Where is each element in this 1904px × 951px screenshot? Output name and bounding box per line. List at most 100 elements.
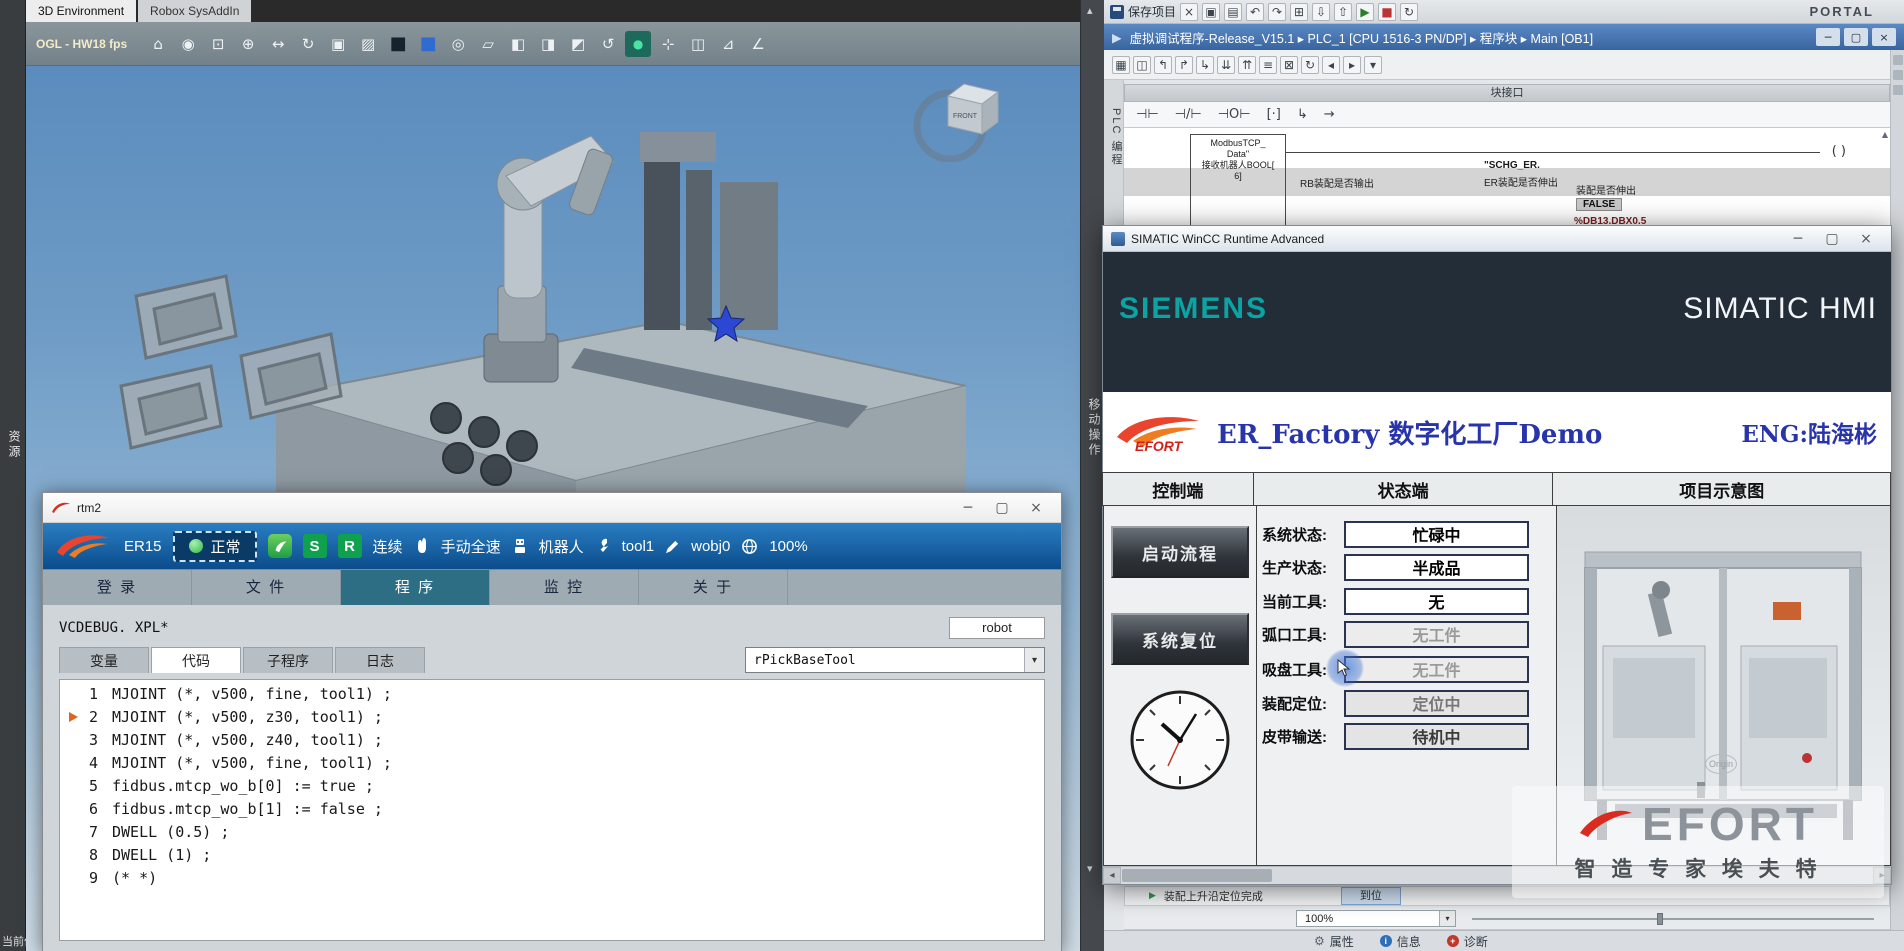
plane-left-icon[interactable]: ◧ — [505, 31, 531, 57]
maximize-icon[interactable]: ▢ — [1815, 231, 1849, 247]
tool-label[interactable]: tool1 — [622, 538, 655, 555]
empty-box-icon[interactable]: ◫ — [1133, 56, 1151, 74]
menu-program[interactable]: 程 序 — [341, 570, 490, 605]
stop-simulation-icon[interactable]: ■ — [1378, 3, 1396, 21]
badge-s[interactable]: S — [303, 534, 327, 558]
monitor-on-icon[interactable]: ⊠ — [1280, 56, 1298, 74]
scroll-up-icon[interactable]: ▲ — [1882, 130, 1888, 139]
orbit-icon[interactable]: ◉ — [175, 31, 201, 57]
menu-about[interactable]: 关 于 — [639, 570, 788, 605]
task-card-icon[interactable] — [1893, 55, 1903, 65]
menu-monitor[interactable]: 监 控 — [490, 570, 639, 605]
open-branch-icon[interactable]: ↰ — [1154, 56, 1172, 74]
minimize-icon[interactable]: ─ — [951, 500, 985, 516]
resources-tab[interactable]: 资源 — [6, 430, 23, 460]
refresh-icon[interactable]: ↻ — [1301, 56, 1319, 74]
home-view-icon[interactable]: ⌂ — [145, 31, 171, 57]
block-interface-bar[interactable]: 块接口 — [1124, 84, 1890, 102]
zoom-in-icon[interactable]: ⊕ — [235, 31, 261, 57]
branch-icon[interactable]: ↳ — [1297, 107, 1308, 122]
hatch-shading-icon[interactable]: ▨ — [355, 31, 381, 57]
online-icon[interactable]: ↻ — [1400, 3, 1418, 21]
record-icon[interactable]: ● — [625, 31, 651, 57]
close-icon[interactable]: × — [1019, 500, 1053, 516]
navigation-cube[interactable]: FRONT — [906, 72, 1016, 162]
db-tag-box[interactable]: ModbusTCP_ Data" 接收机器人BOOL[ 6] — [1190, 134, 1286, 226]
zoom-window-icon[interactable]: ⊡ — [205, 31, 231, 57]
start-process-button[interactable]: 启动流程 — [1111, 526, 1249, 578]
run-mode-label[interactable]: 连续 — [373, 536, 403, 557]
tab-variables[interactable]: 变量 — [59, 647, 149, 673]
maximize-icon[interactable]: ▢ — [985, 500, 1019, 516]
wireframe-view-icon[interactable]: ■ — [415, 31, 441, 57]
coil-icon[interactable]: ⊣O⊢ — [1218, 107, 1251, 122]
tab-properties[interactable]: ⚙ 属性 — [1314, 933, 1354, 950]
redo-icon[interactable]: ↷ — [1268, 3, 1286, 21]
cut-icon[interactable]: × — [1180, 3, 1198, 21]
upload-icon[interactable]: ⇧ — [1334, 3, 1352, 21]
goto-icon[interactable]: ↳ — [1196, 56, 1214, 74]
measure-angle-icon[interactable]: ∠ — [745, 31, 771, 57]
tia-right-scrollbar[interactable] — [1890, 50, 1904, 951]
start-simulation-icon[interactable]: ▶ — [1356, 3, 1374, 21]
maximize-icon[interactable]: ▢ — [1844, 28, 1868, 46]
tab-3d-environment[interactable]: 3D Environment — [26, 0, 136, 22]
zoom-select[interactable]: 100% ▾ — [1296, 910, 1456, 927]
plane-top-icon[interactable]: ◩ — [565, 31, 591, 57]
plane-right-icon[interactable]: ◨ — [535, 31, 561, 57]
save-project-label[interactable]: 保存项目 — [1128, 3, 1176, 20]
contact-nc-icon[interactable]: ⊣/⊢ — [1175, 107, 1202, 122]
library-icon[interactable] — [1893, 70, 1903, 80]
plc-programming-tab[interactable]: PLC 编程 — [1108, 108, 1124, 166]
minimize-icon[interactable]: ─ — [1781, 231, 1815, 247]
zoom-slider-knob[interactable] — [1657, 913, 1663, 925]
center-view-icon[interactable]: ◎ — [445, 31, 471, 57]
zoom-slider[interactable] — [1472, 918, 1874, 920]
shaded-view-icon[interactable]: ■ — [385, 31, 411, 57]
robot-menu-label[interactable]: 机器人 — [539, 536, 584, 557]
scroll-down-icon[interactable]: ▾ — [1087, 862, 1093, 875]
close-branch-icon[interactable]: ↱ — [1175, 56, 1193, 74]
save-icon[interactable] — [1110, 5, 1124, 19]
tab-diagnostics[interactable]: + 诊断 — [1447, 933, 1488, 950]
jump-icon[interactable]: → — [1324, 107, 1335, 122]
scrollbar-thumb[interactable] — [1122, 869, 1272, 882]
menu-file[interactable]: 文 件 — [192, 570, 341, 605]
tab-robox-sysaddin[interactable]: Robox SysAddIn — [138, 0, 251, 22]
close-icon[interactable]: × — [1872, 28, 1896, 46]
expand-icon[interactable]: ▶ — [1112, 30, 1122, 45]
speed-value[interactable]: 100% — [769, 538, 807, 555]
absolute-symbolic-icon[interactable]: ≡ — [1259, 56, 1277, 74]
pan-icon[interactable]: ↔ — [265, 31, 291, 57]
badge-r[interactable]: R — [338, 534, 362, 558]
tab-subroutine[interactable]: 子程序 — [243, 647, 333, 673]
triangle-ruler-icon[interactable]: ⊿ — [715, 31, 741, 57]
code-editor[interactable]: 1MJOINT (*, v500, fine, tool1) ; 2MJOINT… — [59, 679, 1045, 941]
back-icon[interactable]: ◂ — [1322, 56, 1340, 74]
expand-all-icon[interactable]: ⇊ — [1217, 56, 1235, 74]
breadcrumb[interactable]: 虚拟调试程序-Release_V15.1 ▸ PLC_1 [CPU 1516-3… — [1130, 28, 1593, 47]
chevron-down-icon[interactable]: ▾ — [1439, 911, 1455, 926]
download-icon[interactable]: ⇩ — [1312, 3, 1330, 21]
compile-icon[interactable]: ⊞ — [1290, 3, 1308, 21]
menu-login[interactable]: 登 录 — [43, 570, 192, 605]
ladder-network[interactable]: ModbusTCP_ Data" 接收机器人BOOL[ 6] RB装配是否输出 … — [1124, 128, 1890, 228]
rotate-view-icon[interactable]: ↻ — [295, 31, 321, 57]
paste-icon[interactable]: ▤ — [1224, 3, 1242, 21]
section-box-icon[interactable]: ◫ — [685, 31, 711, 57]
crosshair-icon[interactable]: ⊹ — [655, 31, 681, 57]
fit-view-icon[interactable]: ▣ — [325, 31, 351, 57]
insert-network-icon[interactable]: ▦ — [1112, 56, 1130, 74]
forward-icon[interactable]: ▸ — [1343, 56, 1361, 74]
copy-icon[interactable]: ▣ — [1202, 3, 1220, 21]
close-icon[interactable]: × — [1849, 231, 1883, 247]
undo-icon[interactable]: ↶ — [1246, 3, 1264, 21]
tab-log[interactable]: 日志 — [335, 647, 425, 673]
scroll-left-icon[interactable]: ◂ — [1103, 867, 1121, 884]
scroll-up-icon[interactable]: ▴ — [1087, 4, 1093, 17]
speed-mode-label[interactable]: 手动全速 — [441, 536, 501, 557]
chevron-down-icon[interactable]: ▾ — [1024, 648, 1044, 672]
procedure-dropdown[interactable]: rPickBaseTool ▾ — [745, 647, 1045, 673]
empty-box-icon[interactable]: [·] — [1267, 107, 1281, 122]
iso-view-icon[interactable]: ▱ — [475, 31, 501, 57]
